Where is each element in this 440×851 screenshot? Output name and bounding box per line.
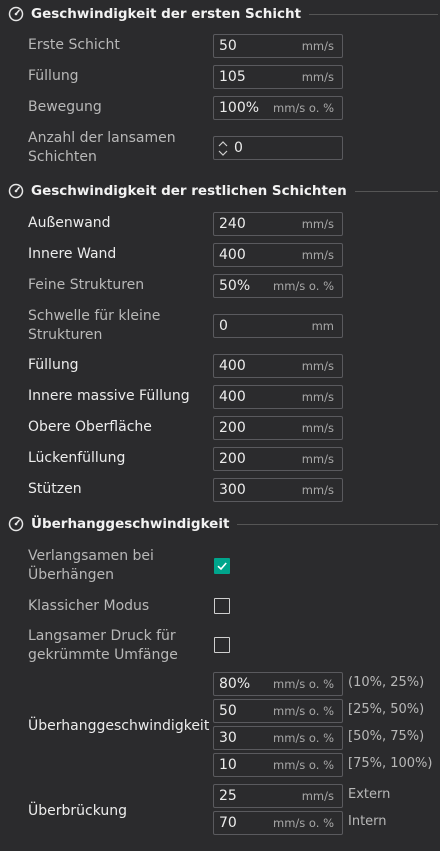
field-value: 400 — [219, 358, 246, 374]
field-unit: mm/s o. % — [273, 704, 334, 718]
overhang-range-label: (10%, 25%) — [348, 675, 425, 690]
section-header-other-layers: Geschwindigkeit der restlichen Schichten — [8, 181, 438, 201]
label-fine-structures: Feine Strukturen — [28, 277, 145, 293]
field-value: 30 — [219, 730, 237, 746]
field-unit: mm/s — [301, 217, 334, 231]
infill-speed-input[interactable]: 400 mm/s — [213, 354, 343, 378]
outer-wall-speed-input[interactable]: 240 mm/s — [213, 212, 343, 236]
small-structure-threshold-input[interactable]: 0 mm — [213, 314, 343, 338]
section-header-first-layer: Geschwindigkeit der ersten Schicht — [8, 4, 438, 24]
speedometer-icon — [8, 6, 24, 22]
bridge-external-label: Extern — [348, 787, 391, 802]
first-layer-speed-input[interactable]: 50 mm/s — [213, 34, 343, 58]
overhang-speed-input-3[interactable]: 30 mm/s o. % — [213, 726, 343, 750]
label-travel: Bewegung — [28, 99, 102, 115]
overhang-range-label: [75%, 100%) — [348, 756, 433, 771]
inner-wall-speed-input[interactable]: 400 mm/s — [213, 243, 343, 267]
section-title: Überhanggeschwindigkeit — [31, 516, 230, 532]
field-value: 50 — [219, 703, 237, 719]
field-value: 100% — [219, 100, 260, 116]
chevron-up-icon[interactable] — [218, 140, 228, 147]
field-value: 400 — [219, 247, 246, 263]
field-value: 200 — [219, 420, 246, 436]
field-value: 25 — [219, 788, 237, 804]
overhang-speed-input-1[interactable]: 80% mm/s o. % — [213, 672, 343, 696]
field-unit: mm/s o. % — [273, 677, 334, 691]
section-divider — [237, 523, 438, 525]
field-unit: mm/s o. % — [273, 279, 334, 293]
stepper-arrows[interactable] — [216, 137, 230, 159]
label-first-layer-infill: Füllung — [28, 68, 79, 84]
label-bridge: Überbrückung — [28, 803, 128, 819]
label-classic-mode: Klassicher Modus — [28, 598, 150, 614]
label-internal-solid-infill: Innere massive Füllung — [28, 388, 190, 404]
field-value: 105 — [219, 69, 246, 85]
section-title: Geschwindigkeit der restlichen Schichten — [31, 183, 347, 199]
field-unit: mm/s o. % — [273, 731, 334, 745]
field-value: 400 — [219, 389, 246, 405]
field-unit: mm/s — [301, 390, 334, 404]
checkmark-icon — [217, 562, 227, 571]
classic-mode-checkbox[interactable] — [214, 598, 230, 614]
field-value: 200 — [219, 451, 246, 467]
top-surface-speed-input[interactable]: 200 mm/s — [213, 416, 343, 440]
field-value: 0 — [219, 318, 228, 334]
field-unit: mm/s — [301, 248, 334, 262]
field-value: 300 — [219, 482, 246, 498]
field-value: 70 — [219, 815, 237, 831]
field-unit: mm/s — [301, 421, 334, 435]
field-value: 10 — [219, 757, 237, 773]
field-unit: mm/s o. % — [273, 101, 334, 115]
overhang-speed-input-2[interactable]: 50 mm/s o. % — [213, 699, 343, 723]
label-gap-fill: Lückenfüllung — [28, 450, 126, 466]
section-divider — [309, 13, 438, 15]
speedometer-icon — [8, 183, 24, 199]
label-inner-wall: Innere Wand — [28, 246, 117, 262]
speedometer-icon — [8, 516, 24, 532]
field-unit: mm/s — [301, 483, 334, 497]
label-slow-layers: Anzahl der lansamen Schichten — [28, 130, 176, 165]
section-header-overhang: Überhanggeschwindigkeit — [8, 514, 438, 534]
field-unit: mm/s — [301, 452, 334, 466]
field-value: 50% — [219, 278, 251, 294]
field-value: 50 — [219, 38, 237, 54]
gap-fill-speed-input[interactable]: 200 mm/s — [213, 447, 343, 471]
label-slow-down-overhangs: Verlangsamen bei Überhängen — [28, 548, 154, 583]
internal-solid-infill-speed-input[interactable]: 400 mm/s — [213, 385, 343, 409]
label-outer-wall: Außenwand — [28, 215, 111, 231]
field-unit: mm/s o. % — [273, 758, 334, 772]
field-unit: mm/s — [301, 359, 334, 373]
slow-layers-stepper[interactable]: 0 — [213, 136, 343, 160]
label-infill: Füllung — [28, 357, 79, 373]
overhang-range-label: [25%, 50%) — [348, 702, 425, 717]
chevron-down-icon[interactable] — [218, 150, 228, 156]
field-value: 0 — [234, 140, 243, 156]
label-small-structure-threshold: Schwelle für kleine Strukturen — [28, 308, 161, 343]
fine-structures-speed-input[interactable]: 50% mm/s o. % — [213, 274, 343, 298]
slow-curled-perimeters-checkbox[interactable] — [214, 637, 230, 653]
field-unit: mm/s o. % — [273, 816, 334, 830]
support-speed-input[interactable]: 300 mm/s — [213, 478, 343, 502]
overhang-speed-input-4[interactable]: 10 mm/s o. % — [213, 753, 343, 777]
first-layer-infill-speed-input[interactable]: 105 mm/s — [213, 65, 343, 89]
bridge-internal-label: Intern — [348, 814, 387, 829]
bridge-external-speed-input[interactable]: 25 mm/s — [213, 784, 343, 808]
label-first-layer: Erste Schicht — [28, 37, 120, 53]
field-unit: mm/s — [301, 789, 334, 803]
section-divider — [354, 190, 438, 192]
overhang-range-label: [50%, 75%) — [348, 729, 425, 744]
slow-down-overhangs-checkbox[interactable] — [214, 558, 230, 574]
field-unit: mm — [311, 319, 334, 333]
label-support: Stützen — [28, 481, 82, 497]
field-unit: mm/s — [301, 39, 334, 53]
travel-speed-input[interactable]: 100% mm/s o. % — [213, 96, 343, 120]
bridge-internal-speed-input[interactable]: 70 mm/s o. % — [213, 811, 343, 835]
field-value: 240 — [219, 216, 246, 232]
field-unit: mm/s — [301, 70, 334, 84]
section-title: Geschwindigkeit der ersten Schicht — [31, 6, 302, 22]
label-slow-curled-perimeters: Langsamer Druck für gekrümmte Umfänge — [28, 628, 178, 663]
field-value: 80% — [219, 676, 251, 692]
label-top-surface: Obere Oberfläche — [28, 419, 152, 435]
label-overhang-speed: Überhanggeschwindigkeit — [28, 718, 210, 734]
